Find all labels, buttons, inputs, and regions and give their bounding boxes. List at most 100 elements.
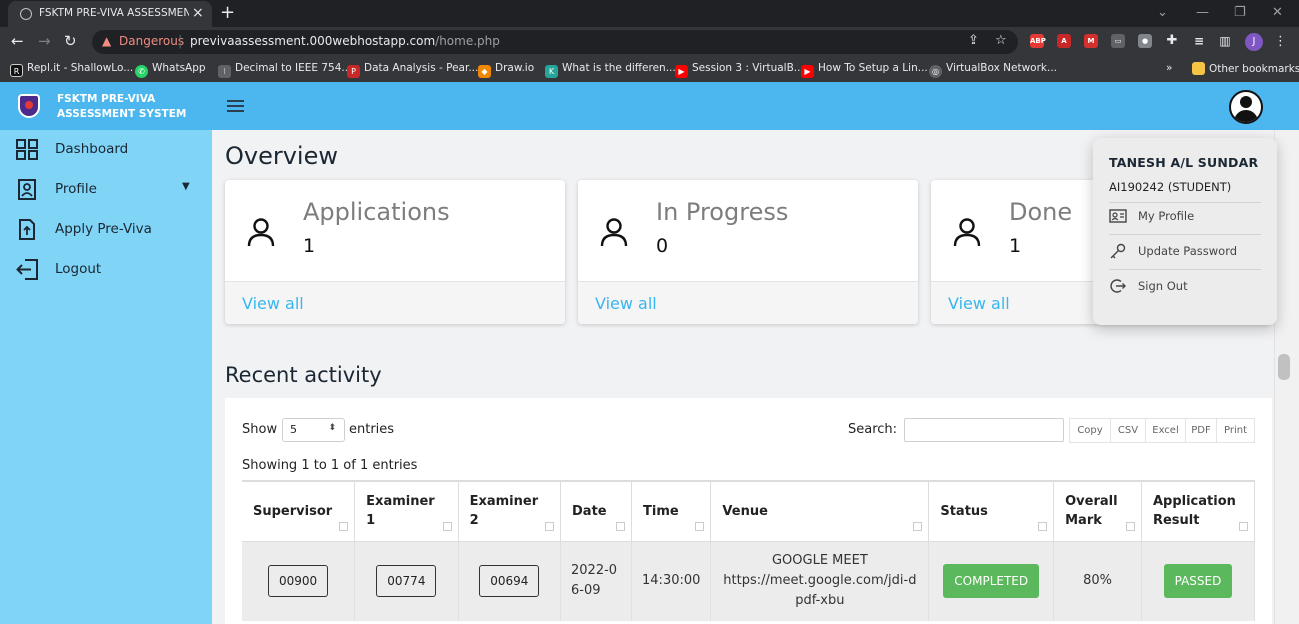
sidebar-item-dashboard[interactable]: Dashboard: [16, 138, 196, 162]
col-supervisor[interactable]: Supervisor: [242, 480, 356, 541]
toggle-extension-icon[interactable]: ●: [1138, 34, 1152, 48]
other-bookmarks-label: Other bookmarks: [1209, 63, 1299, 75]
col-overall-mark[interactable]: Overall Mark: [1053, 480, 1142, 541]
copy-button[interactable]: Copy: [1069, 418, 1111, 443]
card-footer: View all: [578, 281, 918, 324]
view-all-link[interactable]: View all: [595, 294, 657, 313]
security-status[interactable]: Dangerous: [119, 34, 184, 48]
chevron-down-icon[interactable]: ⌄: [1157, 5, 1168, 20]
search-label: Search:: [848, 422, 898, 437]
more-menu-icon[interactable]: ⋮: [1274, 34, 1287, 49]
user-name: TANESH A/L SUNDAR: [1109, 155, 1259, 170]
card-title: In Progress: [656, 198, 789, 226]
user-avatar-button[interactable]: [1229, 90, 1263, 124]
other-bookmarks[interactable]: Other bookmarks: [1192, 62, 1299, 75]
menu-item-label: My Profile: [1138, 209, 1195, 223]
sidebar-item-label: Logout: [55, 261, 102, 277]
forward-icon[interactable]: →: [38, 32, 51, 50]
pdf-button[interactable]: PDF: [1185, 418, 1217, 443]
page-length-select[interactable]: 5 ⬍: [282, 418, 345, 442]
back-icon[interactable]: ←: [11, 32, 24, 50]
restore-icon[interactable]: ❐: [1234, 5, 1246, 20]
sort-icon: [339, 521, 349, 531]
result-badge: PASSED: [1163, 564, 1233, 599]
excel-button[interactable]: Excel: [1145, 418, 1186, 443]
card-title: Done: [1009, 198, 1073, 226]
page-length-value: 5: [290, 423, 297, 436]
menu-item-label: Sign Out: [1138, 279, 1188, 293]
supervisor-id[interactable]: 00900: [267, 565, 329, 598]
bookmark-item[interactable]: ⁝ Decimal to IEEE 754...: [218, 62, 351, 78]
close-window-icon[interactable]: ✕: [1272, 5, 1283, 20]
column-label: Status: [940, 503, 988, 519]
menu-item-update-password[interactable]: Update Password: [1109, 242, 1269, 262]
close-tab-icon[interactable]: ×: [192, 5, 204, 21]
card-value: 0: [656, 235, 669, 257]
col-venue[interactable]: Venue: [710, 480, 930, 541]
date-value: 2022-06-09: [571, 563, 618, 599]
minimize-icon[interactable]: —: [1196, 5, 1209, 20]
print-button[interactable]: Print: [1216, 418, 1255, 443]
bookmark-item[interactable]: K What is the differen...: [545, 62, 676, 78]
hamburger-menu-icon[interactable]: [227, 100, 244, 112]
col-examiner-1[interactable]: Examiner 1: [354, 480, 459, 541]
reading-list-icon[interactable]: ≡: [1192, 34, 1206, 48]
menu-item-my-profile[interactable]: My Profile: [1109, 207, 1269, 227]
column-label: Examiner 2: [469, 494, 539, 528]
bookmark-label: How To Setup a Lin...: [818, 62, 928, 74]
brand-line-1: FSKTM PRE-VIVA: [57, 93, 156, 105]
address-bar[interactable]: ▲ Dangerous | previvaassessment.000webho…: [92, 30, 1018, 54]
sidebar-item-logout[interactable]: Logout: [16, 258, 196, 282]
brand-bar: FSKTM PRE-VIVA ASSESSMENT SYSTEM: [0, 82, 212, 130]
bookmarks-overflow-icon[interactable]: »: [1166, 62, 1172, 74]
examiner-1-id[interactable]: 00774: [376, 565, 437, 598]
new-tab-icon[interactable]: +: [220, 2, 235, 23]
replit-icon: R: [10, 64, 23, 77]
bookmark-item[interactable]: P Data Analysis - Pear...: [347, 62, 478, 78]
sidebar-item-apply-pre-viva[interactable]: Apply Pre-Viva: [16, 218, 196, 242]
puzzle-icon[interactable]: ✚: [1165, 34, 1179, 48]
bookmark-label: Data Analysis - Pear...: [364, 62, 479, 74]
bookmark-star-icon[interactable]: ☆: [995, 33, 1007, 48]
card-value: 1: [1009, 235, 1022, 257]
side-panel-icon[interactable]: ▥: [1218, 34, 1232, 48]
table-row: 00900 00774 00694 2022-06-09 14:30:00 GO…: [242, 540, 1256, 621]
bookmark-item[interactable]: R Repl.it - ShallowLo...: [10, 62, 133, 77]
sort-icon: [695, 521, 705, 531]
url-text[interactable]: previvaassessment.000webhostapp.com/home…: [190, 34, 500, 48]
tab-manager-extension-icon[interactable]: ▭: [1111, 34, 1125, 48]
bookmark-label: Repl.it - ShallowLo...: [27, 62, 134, 74]
cell-status: COMPLETED: [928, 540, 1055, 621]
sidebar-item-profile[interactable]: Profile ▼: [16, 178, 196, 202]
col-status[interactable]: Status: [928, 480, 1055, 541]
adblock-extension-icon[interactable]: ABP: [1030, 34, 1046, 48]
bookmark-item[interactable]: ◆ Draw.io: [478, 62, 534, 78]
menu-item-sign-out[interactable]: Sign Out: [1109, 277, 1269, 297]
col-time[interactable]: Time: [631, 480, 712, 541]
card-title: Applications: [303, 198, 450, 226]
extension-icon[interactable]: M: [1084, 34, 1098, 48]
search-input[interactable]: [904, 418, 1064, 442]
bookmark-item[interactable]: ▶ Session 3 : VirtualB...: [675, 62, 804, 78]
show-label: Show: [242, 422, 278, 437]
col-application-result[interactable]: Application Result: [1141, 480, 1256, 541]
site-icon: ⁝: [218, 65, 231, 78]
top-navbar: [212, 82, 1299, 130]
bookmark-item[interactable]: ▶ How To Setup a Lin...: [801, 62, 928, 78]
browser-tab[interactable]: FSKTM PRE-VIVA ASSESSMENT S ×: [8, 1, 212, 27]
bookmark-item[interactable]: ◎ VirtualBox Network...: [929, 62, 1057, 78]
csv-button[interactable]: CSV: [1110, 418, 1146, 443]
view-all-link[interactable]: View all: [948, 294, 1010, 313]
view-all-link[interactable]: View all: [242, 294, 304, 313]
pdf-extension-icon[interactable]: A: [1057, 34, 1071, 48]
profile-avatar[interactable]: J: [1245, 33, 1263, 51]
reload-icon[interactable]: ↻: [64, 32, 77, 50]
examiner-2-id[interactable]: 00694: [479, 565, 540, 598]
share-icon[interactable]: ⇪: [968, 33, 979, 48]
chevron-down-icon[interactable]: ▼: [182, 181, 190, 192]
col-examiner-2[interactable]: Examiner 2: [458, 480, 562, 541]
col-date[interactable]: Date: [560, 480, 633, 541]
bookmark-item[interactable]: ✆ WhatsApp: [135, 62, 206, 78]
scrollbar-thumb[interactable]: [1278, 354, 1290, 380]
cell-date: 2022-06-09: [560, 540, 633, 621]
